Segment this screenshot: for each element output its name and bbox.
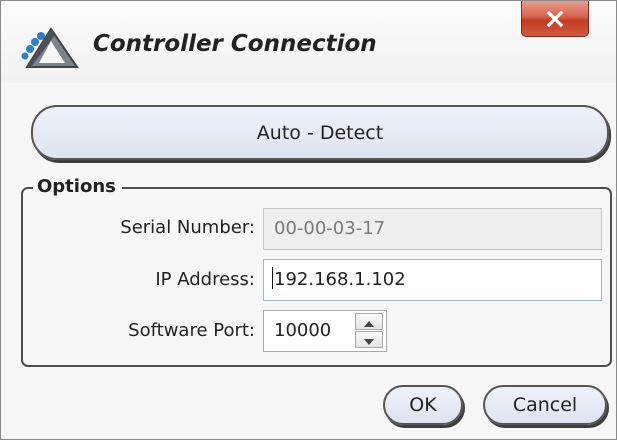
auto-detect-button[interactable]: Auto - Detect bbox=[31, 105, 609, 160]
serial-number-field: 00-00-03-17 bbox=[263, 208, 602, 250]
controller-connection-dialog: Controller Connection Auto - Detect Opti… bbox=[0, 0, 617, 440]
port-decrement-button[interactable] bbox=[355, 331, 383, 348]
ok-button[interactable]: OK bbox=[383, 385, 463, 425]
window-title: Controller Connection bbox=[93, 31, 377, 57]
options-legend: Options bbox=[33, 175, 122, 199]
text-caret bbox=[272, 267, 273, 289]
spin-up-arrow-icon bbox=[364, 312, 374, 331]
close-button[interactable] bbox=[521, 1, 589, 37]
spin-down-arrow-icon bbox=[364, 330, 374, 349]
serial-number-label: Serial Number: bbox=[120, 217, 255, 238]
ip-address-label: IP Address: bbox=[155, 269, 255, 290]
close-x-icon bbox=[546, 10, 564, 27]
cancel-button[interactable]: Cancel bbox=[483, 385, 607, 425]
title-bar: Controller Connection bbox=[1, 1, 616, 83]
ip-address-value: 192.168.1.102 bbox=[274, 269, 406, 290]
software-port-label: Software Port: bbox=[128, 320, 255, 341]
controller-logo-icon bbox=[17, 25, 81, 71]
port-increment-button[interactable] bbox=[355, 313, 383, 330]
ip-address-field[interactable]: 192.168.1.102 bbox=[263, 259, 602, 301]
